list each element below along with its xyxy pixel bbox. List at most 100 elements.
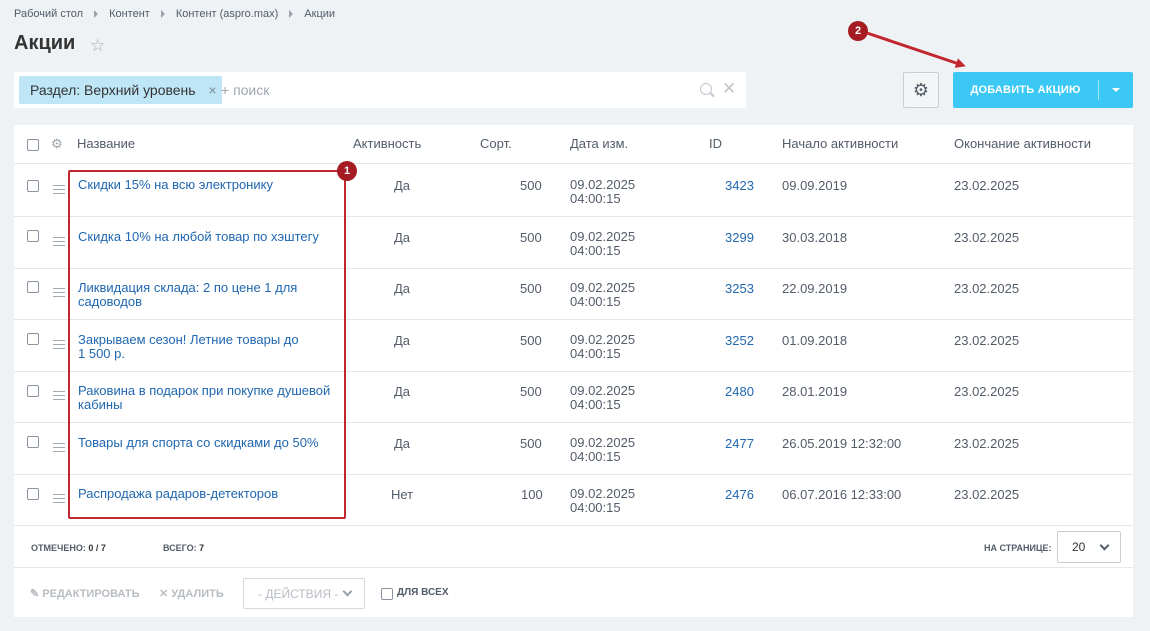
cell-start: 22.09.2019 [782, 281, 848, 296]
promotion-name-link[interactable]: Закрываем сезон! Летние товары до 1 500 … [78, 333, 308, 361]
drag-handle-icon[interactable] [53, 494, 65, 503]
cell-sort: 500 [520, 281, 542, 296]
action-panel: ✎ РЕДАКТИРОВАТЬ ✕ УДАЛИТЬ - ДЕЙСТВИЯ - Д… [14, 569, 1133, 617]
column-header-id[interactable]: ID [709, 136, 722, 151]
cell-id-link[interactable]: 2476 [725, 487, 754, 502]
cell-start: 09.09.2019 [782, 178, 848, 193]
cell-date-time: 04:00:15 [570, 449, 621, 464]
search-input[interactable] [221, 78, 681, 102]
column-header-active[interactable]: Активность [353, 136, 421, 151]
cell-start: 26.05.2019 12:32:00 [782, 436, 902, 451]
clear-icon[interactable]: ✕ [722, 80, 736, 98]
cell-active: Да [394, 436, 411, 451]
per-page-label: НА СТРАНИЦЕ: [984, 543, 1052, 553]
breadcrumb-content[interactable]: Контент [109, 8, 150, 20]
column-header-start[interactable]: Начало активности [782, 136, 898, 151]
cell-id-link[interactable]: 3252 [725, 333, 754, 348]
table-row[interactable]: Распродажа радаров-детекторов Нет 100 09… [14, 474, 1133, 526]
cell-sort: 100 [521, 487, 543, 502]
promotion-name-link[interactable]: Товары для спорта со скидками до 50% [78, 436, 338, 450]
cell-id-link[interactable]: 2477 [725, 436, 754, 451]
drag-handle-icon[interactable] [53, 443, 65, 452]
cell-active: Да [394, 178, 411, 193]
cell-sort: 500 [520, 333, 542, 348]
breadcrumb: Рабочий стол Контент Контент (aspro.max)… [14, 8, 335, 20]
add-promotion-button[interactable]: ДОБАВИТЬ АКЦИЮ [953, 72, 1133, 108]
add-menu-dropdown[interactable] [1099, 88, 1133, 92]
drag-handle-icon[interactable] [53, 340, 65, 349]
annotation-badge-2: 2 [848, 21, 868, 41]
cell-start: 01.09.2018 [782, 333, 848, 348]
cell-sort: 500 [520, 436, 542, 451]
table-row[interactable]: Закрываем сезон! Летние товары до 1 500 … [14, 320, 1133, 372]
promotion-name-link[interactable]: Раковина в подарок при покупке душевой к… [78, 384, 338, 412]
breadcrumb-desktop[interactable]: Рабочий стол [14, 8, 83, 20]
cell-date: 09.02.2025 04:00:15 [570, 281, 635, 309]
for-all-checkbox[interactable] [381, 588, 393, 600]
table-row[interactable]: Товары для спорта со скидками до 50% Да … [14, 423, 1133, 475]
row-checkbox[interactable] [27, 180, 39, 192]
drag-handle-icon[interactable] [53, 185, 65, 194]
breadcrumb-content-aspro[interactable]: Контент (aspro.max) [176, 8, 278, 20]
row-checkbox[interactable] [27, 436, 39, 448]
cell-id-link[interactable]: 3423 [725, 178, 754, 193]
total-value: 7 [199, 543, 205, 553]
cell-date: 09.02.2025 04:00:15 [570, 436, 635, 464]
cell-end: 23.02.2025 [954, 487, 1020, 502]
promotion-name-link[interactable]: Скидка 10% на любой товар по хэштегу [78, 230, 338, 244]
row-checkbox[interactable] [27, 385, 39, 397]
column-header-sort[interactable]: Сорт. [480, 136, 512, 151]
row-checkbox[interactable] [27, 281, 39, 293]
total-label: ВСЕГО: [163, 543, 197, 553]
table-row[interactable]: Раковина в подарок при покупке душевой к… [14, 371, 1133, 423]
drag-handle-icon[interactable] [53, 237, 65, 246]
cell-date: 09.02.2025 04:00:15 [570, 333, 635, 361]
column-settings-icon[interactable]: ⚙ [51, 136, 63, 152]
row-checkbox[interactable] [27, 488, 39, 500]
cell-date-time: 04:00:15 [570, 397, 621, 412]
add-promotion-label: ДОБАВИТЬ АКЦИЮ [970, 84, 1081, 96]
cell-active: Нет [391, 487, 414, 502]
cell-date-time: 04:00:15 [570, 346, 621, 361]
gear-icon: ⚙ [912, 80, 930, 100]
cell-active: Да [394, 281, 411, 296]
column-header-name[interactable]: Название [77, 136, 135, 151]
cell-id-link[interactable]: 3299 [725, 230, 754, 245]
table-row[interactable]: Скидки 15% на всю электронику Да 500 09.… [14, 165, 1133, 217]
row-checkbox[interactable] [27, 333, 39, 345]
cell-start: 28.01.2019 [782, 384, 848, 399]
cell-date-time: 04:00:15 [570, 243, 621, 258]
grid-footer: ОТМЕЧЕНО: 0 / 7 ВСЕГО: 7 НА СТРАНИЦЕ: 20 [14, 526, 1133, 568]
table-row[interactable]: Ликвидация склада: 2 по цене 1 для садов… [14, 268, 1133, 320]
drag-handle-icon[interactable] [53, 391, 65, 400]
column-header-end[interactable]: Окончание активности [954, 136, 1091, 151]
cell-end: 23.02.2025 [954, 230, 1020, 245]
actions-select[interactable]: - ДЕЙСТВИЯ - [243, 578, 365, 609]
promotion-name-link[interactable]: Распродажа радаров-детекторов [78, 487, 338, 501]
chip-close-icon[interactable]: × [208, 76, 216, 104]
delete-button[interactable]: ✕ УДАЛИТЬ [159, 587, 224, 600]
chevron-down-icon [342, 586, 353, 597]
column-header-date[interactable]: Дата изм. [570, 136, 628, 151]
cell-sort: 500 [520, 178, 542, 193]
table-row[interactable]: Скидка 10% на любой товар по хэштегу Да … [14, 217, 1133, 269]
filter-chip[interactable]: Раздел: Верхний уровень × [19, 76, 222, 104]
chevron-down-icon [1099, 540, 1110, 551]
cell-date-day: 09.02.2025 [570, 332, 636, 347]
edit-button[interactable]: ✎ РЕДАКТИРОВАТЬ [30, 587, 140, 600]
cell-id-link[interactable]: 2480 [725, 384, 754, 399]
row-checkbox[interactable] [27, 230, 39, 242]
per-page-select[interactable]: 20 [1057, 531, 1121, 563]
filter-search-box[interactable]: Раздел: Верхний уровень × ✕ [14, 72, 746, 108]
cell-date-time: 04:00:15 [570, 500, 621, 515]
cell-date: 09.02.2025 04:00:15 [570, 178, 635, 206]
drag-handle-icon[interactable] [53, 288, 65, 297]
cell-date-day: 09.02.2025 [570, 383, 636, 398]
search-icon[interactable] [700, 83, 712, 95]
promotion-name-link[interactable]: Ликвидация склада: 2 по цене 1 для садов… [78, 281, 338, 309]
select-all-checkbox[interactable] [27, 139, 39, 151]
settings-button[interactable]: ⚙ [903, 72, 939, 108]
star-icon[interactable]: ☆ [90, 37, 105, 54]
promotion-name-link[interactable]: Скидки 15% на всю электронику [78, 178, 338, 192]
cell-id-link[interactable]: 3253 [725, 281, 754, 296]
